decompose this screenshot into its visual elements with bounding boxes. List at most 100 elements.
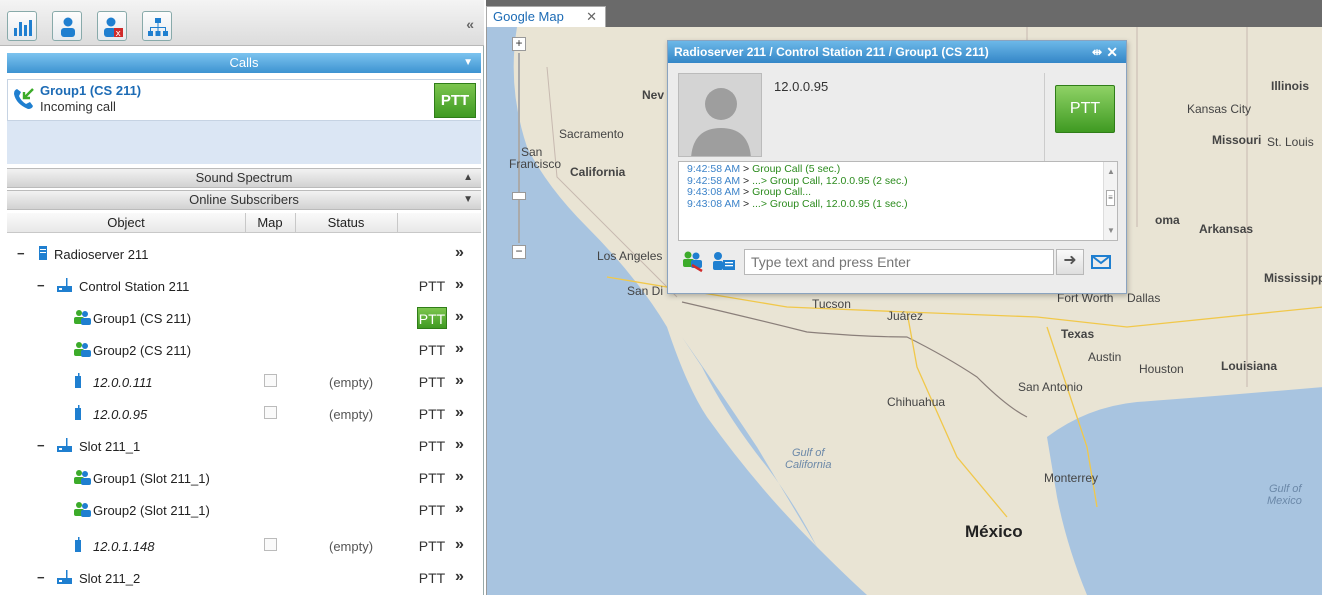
tree-row-group[interactable]: Group1 (CS 211) PTT » <box>7 302 481 334</box>
equalizer-button[interactable] <box>7 11 37 41</box>
tree-row-label: Radioserver 211 <box>54 247 149 262</box>
map-label: California <box>570 165 626 179</box>
calls-header[interactable]: Calls ▼ <box>7 53 481 73</box>
tree-row-label: Slot 211_1 <box>79 439 141 454</box>
more-button[interactable]: » <box>455 372 464 390</box>
ptt-button[interactable]: PTT <box>417 567 447 589</box>
column-map[interactable]: Map <box>245 215 295 230</box>
hierarchy-button[interactable] <box>142 11 172 41</box>
more-button[interactable]: » <box>455 468 464 486</box>
ptt-button-active[interactable]: PTT <box>417 307 447 329</box>
call-title: Group1 (CS 211) <box>40 83 142 98</box>
close-icon[interactable]: ✕ <box>1106 41 1118 63</box>
map-label: California <box>785 459 832 471</box>
ptt-button[interactable]: PTT <box>1055 85 1115 133</box>
more-button[interactable]: » <box>455 436 464 454</box>
scroll-down-icon[interactable]: ▼ <box>1107 225 1115 237</box>
tree-row-group[interactable]: Group1 (Slot 211_1) PTT » <box>7 462 481 494</box>
more-button[interactable]: » <box>455 340 464 358</box>
tree-row-slot[interactable]: − Slot 211_2 PTT » <box>7 562 481 594</box>
zoom-track[interactable] <box>518 53 520 243</box>
user-remove-icon: x <box>104 17 123 38</box>
log-scrollbar[interactable]: ▲ ≡ ▼ <box>1103 162 1117 240</box>
map-label: San Antonio <box>1018 380 1083 394</box>
tree-row-radio[interactable]: 12.0.0.95 (empty) PTT » <box>7 398 481 430</box>
call-ptt-button[interactable]: PTT <box>434 83 476 118</box>
incoming-call-icon <box>14 88 34 109</box>
ptt-button[interactable]: PTT <box>417 467 447 489</box>
zoom-slider-handle[interactable] <box>512 192 526 200</box>
tab-strip: Google Map ✕ <box>486 0 1322 28</box>
tree-row-label: Control Station 211 <box>79 279 190 294</box>
ptt-button[interactable]: PTT <box>417 435 447 457</box>
more-button[interactable]: » <box>455 276 464 294</box>
radio-station-icon <box>57 278 72 292</box>
zoom-in-button[interactable]: + <box>512 37 526 51</box>
send-button[interactable]: ➜ <box>1056 249 1084 275</box>
map-checkbox[interactable] <box>264 538 277 551</box>
more-button[interactable]: » <box>455 536 464 554</box>
ptt-button[interactable]: PTT <box>417 371 447 393</box>
equalizer-icon <box>14 20 32 36</box>
tree-row-control-station[interactable]: − Control Station 211 PTT » <box>7 270 481 302</box>
popup-title-bar[interactable]: Radioserver 211 / Control Station 211 / … <box>668 41 1126 63</box>
pin-icon[interactable]: ⇹ <box>1092 41 1102 63</box>
tree-row-group[interactable]: Group2 (Slot 211_1) PTT » <box>7 494 481 526</box>
collapse-toggle[interactable]: − <box>37 570 45 585</box>
subscriber-info-icon[interactable] <box>712 251 736 273</box>
map-label: Kansas City <box>1187 102 1252 116</box>
call-item[interactable]: Group1 (CS 211) Incoming call PTT <box>7 79 481 121</box>
column-object[interactable]: Object <box>7 215 245 230</box>
more-button[interactable]: » <box>455 500 464 518</box>
more-button[interactable]: » <box>455 244 464 262</box>
tree-row-group[interactable]: Group2 (CS 211) PTT » <box>7 334 481 366</box>
scroll-up-icon[interactable]: ▲ <box>1107 166 1115 178</box>
online-subscribers-header[interactable]: Online Subscribers ▼ <box>7 190 481 210</box>
radio-icon <box>75 537 81 552</box>
radio-station-icon <box>57 570 72 584</box>
ptt-button[interactable]: PTT <box>417 535 447 557</box>
group-call-icon[interactable] <box>682 251 704 273</box>
tree-row-label: Group2 (Slot 211_1) <box>93 503 210 518</box>
ptt-button[interactable]: PTT <box>417 403 447 425</box>
ptt-button[interactable]: PTT <box>417 275 447 297</box>
map-label: Dallas <box>1127 291 1161 305</box>
map-label: Gulf of <box>792 447 825 459</box>
map-checkbox[interactable] <box>264 374 277 387</box>
remove-subscriber-button[interactable]: x <box>97 11 127 41</box>
tree-row-slot[interactable]: − Slot 211_1 PTT » <box>7 430 481 462</box>
collapse-panel-button[interactable]: « <box>466 16 474 32</box>
ptt-button[interactable]: PTT <box>417 339 447 361</box>
tab-google-map[interactable]: Google Map ✕ <box>486 6 606 28</box>
column-status[interactable]: Status <box>295 215 397 230</box>
tree-row-radio[interactable]: 12.0.1.148 (empty) PTT » <box>7 530 481 562</box>
call-log[interactable]: 9:42:58 AM > Group Call (5 sec.) 9:42:58… <box>678 161 1118 241</box>
tree-row-radio[interactable]: 12.0.0.111 (empty) PTT » <box>7 366 481 398</box>
collapse-toggle[interactable]: − <box>37 278 45 293</box>
more-button[interactable]: » <box>455 308 464 326</box>
group-icon <box>74 502 91 517</box>
close-icon[interactable]: ✕ <box>586 7 597 27</box>
map-label: Illinois <box>1271 79 1310 93</box>
zoom-out-button[interactable]: − <box>512 245 526 259</box>
chevron-down-icon: ▼ <box>463 57 473 68</box>
collapse-toggle[interactable]: − <box>37 438 45 453</box>
user-icon <box>61 17 75 37</box>
sound-spectrum-header[interactable]: Sound Spectrum ▲ <box>7 168 481 188</box>
map-label: St. Louis <box>1267 135 1314 149</box>
subscriber-popup: Radioserver 211 / Control Station 211 / … <box>667 40 1127 294</box>
map-label: Tucson <box>812 297 851 311</box>
message-input[interactable] <box>744 249 1054 275</box>
more-button[interactable]: » <box>455 404 464 422</box>
calls-list: Group1 (CS 211) Incoming call PTT <box>7 79 481 164</box>
ptt-button[interactable]: PTT <box>417 499 447 521</box>
radio-icon <box>75 405 81 420</box>
subscriber-button[interactable] <box>52 11 82 41</box>
map-checkbox[interactable] <box>264 406 277 419</box>
more-button[interactable]: » <box>455 568 464 586</box>
radio-icon <box>75 373 81 388</box>
tree-row-radioserver[interactable]: − Radioserver 211 » <box>7 238 481 270</box>
scroll-thumb[interactable]: ≡ <box>1106 190 1115 206</box>
mail-icon[interactable] <box>1090 253 1112 271</box>
collapse-toggle[interactable]: − <box>17 246 25 261</box>
